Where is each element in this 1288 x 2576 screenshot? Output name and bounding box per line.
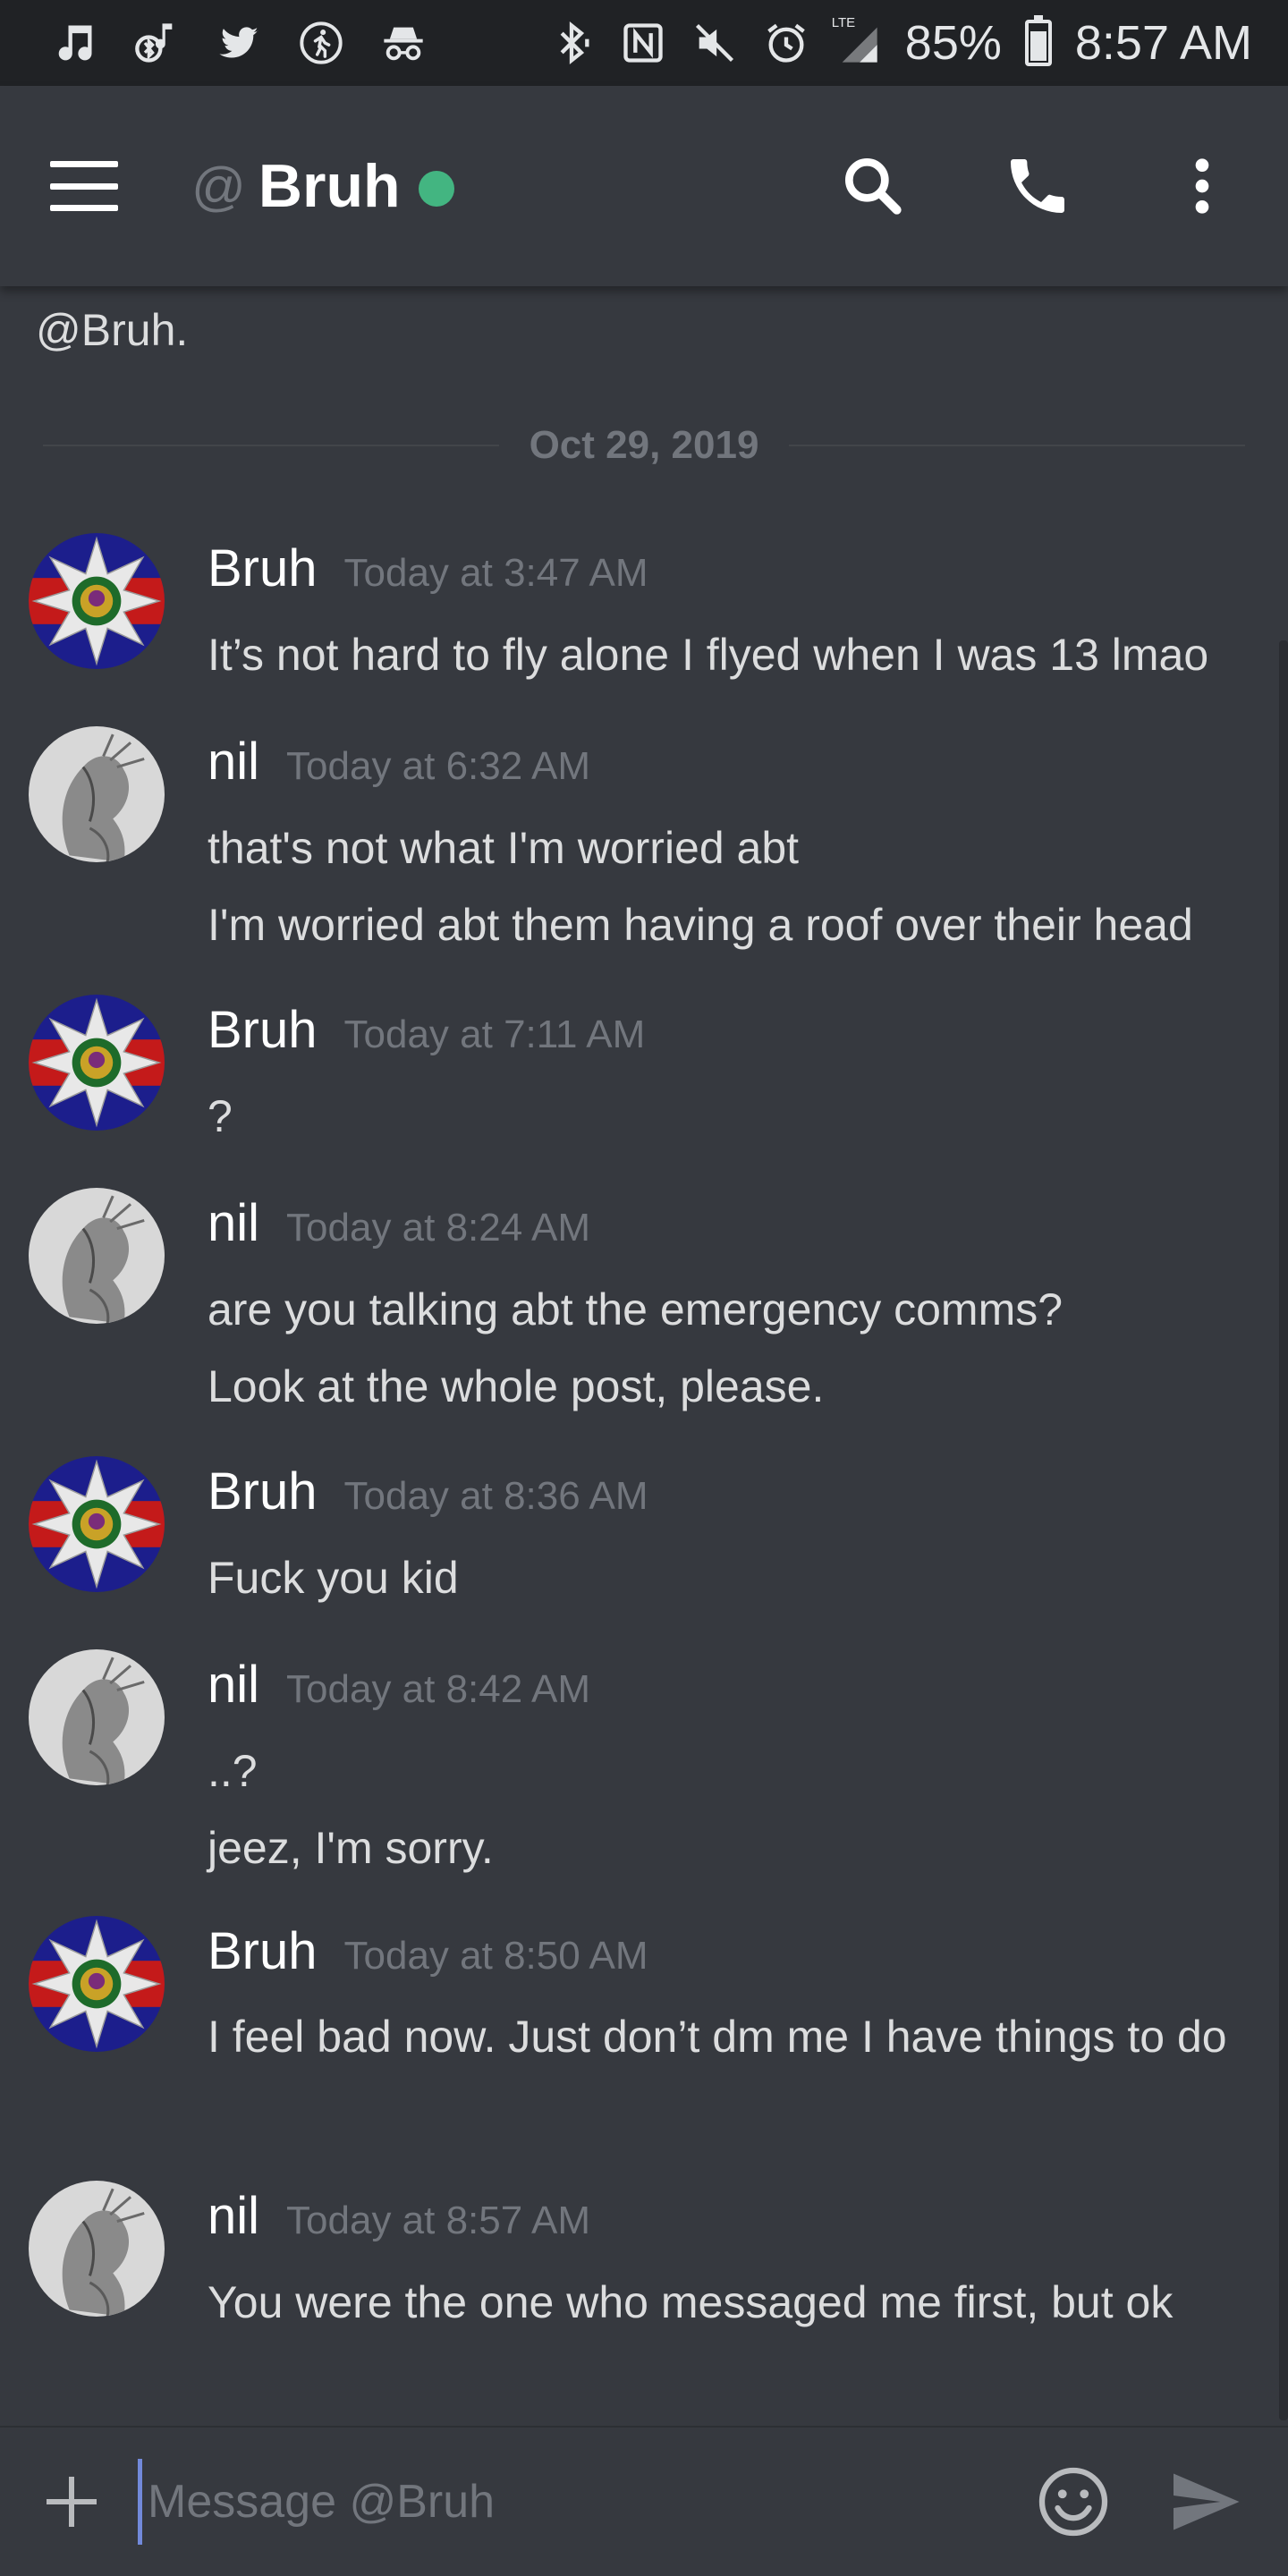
message-text[interactable]: It’s not hard to fly alone I flyed when … — [208, 619, 1263, 696]
message-author[interactable]: nil — [208, 2186, 259, 2246]
dm-at-symbol: @ — [191, 156, 246, 216]
scrollbar[interactable] — [1279, 640, 1288, 2420]
running-icon — [297, 19, 345, 67]
message-composer — [0, 2426, 1288, 2576]
mute-icon — [691, 19, 739, 67]
online-status-indicator — [418, 171, 454, 207]
call-button[interactable] — [1002, 150, 1073, 222]
message-timestamp: Today at 8:24 AM — [286, 1206, 591, 1250]
message-list[interactable]: @Bruh. Oct 29, 2019 Bruh Today at 3:47 AM… — [0, 286, 1288, 2424]
more-vertical-icon — [1195, 158, 1209, 214]
battery-level — [1030, 30, 1046, 61]
message-text[interactable]: that's not what I'm worried abt — [208, 812, 1263, 889]
dm-intro-text: @Bruh. — [36, 305, 189, 355]
message-timestamp: Today at 8:57 AM — [286, 2199, 591, 2242]
avatar[interactable] — [29, 2181, 165, 2317]
channel-header: @ Bruh — [0, 86, 1288, 286]
status-bar-system: LTE 85% 8:57 AM — [547, 15, 1252, 71]
twitter-icon — [215, 19, 263, 67]
message-text[interactable]: ..? — [208, 1735, 1263, 1812]
message-text[interactable]: I feel bad now. Just don’t dm me I have … — [208, 2002, 1263, 2072]
channel-title[interactable]: Bruh — [258, 151, 401, 221]
alarm-icon — [762, 19, 810, 67]
menu-icon[interactable] — [50, 161, 118, 211]
message-author[interactable]: nil — [208, 1655, 259, 1715]
date-divider: Oct 29, 2019 — [43, 417, 1246, 474]
status-bar-notifications — [50, 19, 428, 67]
avatar[interactable] — [29, 995, 165, 1131]
plus-icon[interactable] — [43, 2473, 100, 2530]
status-bar-clock: 8:57 AM — [1074, 16, 1252, 70]
message-timestamp: Today at 8:42 AM — [286, 1667, 591, 1711]
message-timestamp: Today at 7:11 AM — [343, 1013, 646, 1056]
message-author[interactable]: nil — [208, 732, 259, 792]
network-label: LTE — [831, 15, 856, 30]
message-author[interactable]: nil — [208, 1193, 259, 1253]
phone-icon — [1011, 159, 1064, 213]
message-input[interactable] — [138, 2459, 996, 2545]
music-icon — [50, 19, 98, 67]
avatar[interactable] — [29, 726, 165, 862]
search-button[interactable] — [837, 150, 909, 222]
status-bar: LTE 85% 8:57 AM — [0, 0, 1288, 86]
avatar[interactable] — [29, 533, 165, 669]
avatar[interactable] — [29, 1649, 165, 1785]
message-text[interactable]: You were the one who messaged me first, … — [208, 2267, 1263, 2343]
message-timestamp: Today at 3:47 AM — [343, 551, 648, 595]
signal-icon: LTE — [832, 15, 882, 67]
bluetooth-icon — [547, 19, 596, 67]
message-author[interactable]: Bruh — [208, 538, 318, 598]
incognito-icon — [379, 19, 428, 67]
battery-icon — [1024, 15, 1052, 66]
bluetooth-music-icon — [132, 19, 181, 67]
message-text[interactable]: jeez, I'm sorry. — [208, 1812, 1263, 1889]
more-options-button[interactable] — [1166, 150, 1238, 222]
message-text[interactable]: ? — [208, 1080, 1263, 1157]
battery-percent: 85% — [904, 16, 1002, 70]
avatar[interactable] — [29, 1456, 165, 1592]
send-icon[interactable] — [1165, 2464, 1245, 2539]
message-text[interactable]: Look at the whole post, please. — [208, 1351, 1263, 1428]
nfc-icon — [619, 19, 667, 67]
message-text[interactable]: Fuck you kid — [208, 1542, 1263, 1619]
message-timestamp: Today at 8:50 AM — [343, 1934, 648, 1978]
message-timestamp: Today at 6:32 AM — [286, 744, 591, 788]
avatar[interactable] — [29, 1916, 165, 2052]
message-author[interactable]: Bruh — [208, 1000, 318, 1060]
message-timestamp: Today at 8:36 AM — [343, 1474, 648, 1518]
avatar[interactable] — [29, 1188, 165, 1324]
emoji-icon[interactable] — [1036, 2464, 1111, 2539]
message-author[interactable]: Bruh — [208, 1921, 318, 1981]
message-author[interactable]: Bruh — [208, 1462, 318, 1521]
date-divider-label: Oct 29, 2019 — [529, 423, 759, 467]
message-text[interactable]: are you talking abt the emergency comms? — [208, 1274, 1263, 1351]
search-icon — [845, 158, 902, 215]
message-text[interactable]: I'm worried abt them having a roof over … — [208, 889, 1263, 966]
